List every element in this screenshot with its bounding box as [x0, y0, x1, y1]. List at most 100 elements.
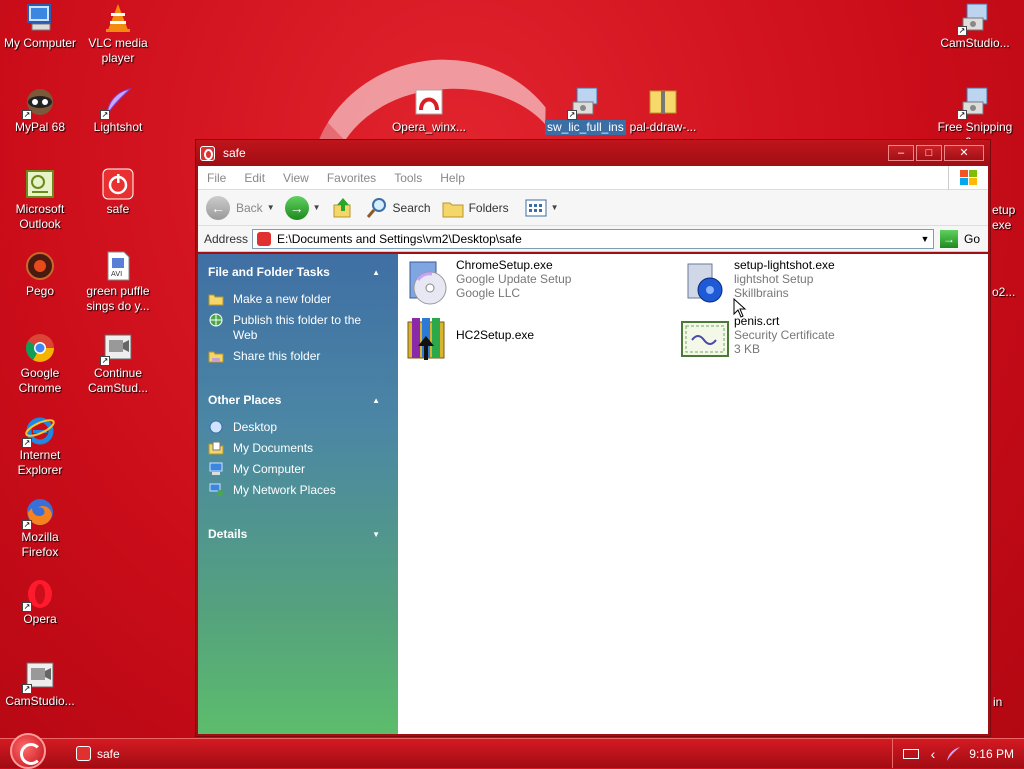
shortcut-arrow-icon: ↗	[100, 110, 110, 120]
desktop-icon-label: VLC media player	[88, 36, 148, 65]
desktop-icon-mypal[interactable]: ↗ MyPal 68	[0, 86, 80, 135]
cd-installer-icon	[409, 261, 447, 305]
maximize-button[interactable]: □	[916, 145, 942, 161]
address-path: E:\Documents and Settings\vm2\Desktop\sa…	[277, 231, 522, 246]
place-my-documents[interactable]: My Documents	[198, 439, 398, 460]
file-item[interactable]: HC2Setup.exe	[402, 314, 534, 364]
place-my-computer[interactable]: My Computer	[198, 460, 398, 481]
menu-view[interactable]: View	[283, 171, 309, 185]
views-button[interactable]: ▼	[525, 199, 559, 217]
windows-flag-icon	[960, 169, 977, 185]
keyboard-icon[interactable]	[902, 748, 919, 759]
up-folder-button[interactable]	[331, 196, 355, 220]
desktop-icon-opera[interactable]: ↗ Opera	[0, 578, 80, 627]
search-icon	[366, 197, 386, 218]
go-button[interactable]: → Go	[939, 229, 980, 248]
back-arrow-icon: ←	[206, 195, 230, 220]
explorer-window[interactable]: safe – □ ✕ File Edit View Favorites Tool…	[195, 139, 991, 737]
file-name: penis.crt	[734, 314, 780, 328]
minimize-button[interactable]: –	[888, 145, 914, 161]
shortcut-arrow-icon: ↗	[957, 26, 967, 36]
close-button[interactable]: ✕	[944, 145, 984, 161]
file-item[interactable]: setup-lightshot.exe lightshot Setup Skil…	[680, 258, 835, 308]
desktop-icon-vlc[interactable]: VLC media player	[78, 2, 158, 66]
task-publish-web[interactable]: Publish this folder to the Web	[198, 311, 398, 347]
desktop-icon-label: pal-ddraw-...	[629, 120, 697, 134]
desktop-icon-label: Opera_winx...	[391, 120, 467, 134]
file-description: Google Update Setup	[456, 272, 572, 286]
section-header[interactable]: Other Places ▲	[198, 382, 398, 418]
certificate-icon	[681, 321, 729, 357]
expand-arrow-icon[interactable]: ▼	[372, 530, 380, 539]
desktop-icon-label: CamStudio...	[940, 36, 1010, 50]
file-name: setup-lightshot.exe	[734, 258, 835, 272]
video-file-icon: AVI	[107, 251, 130, 281]
menu-bar: File Edit View Favorites Tools Help	[198, 165, 988, 190]
desktop-icon-avi[interactable]: AVI green puffle sings do y...	[78, 250, 158, 314]
desktop-icon-camstudio-right[interactable]: ↗ CamStudio...	[935, 2, 1015, 51]
task-make-new-folder[interactable]: Make a new folder	[198, 290, 398, 311]
file-item[interactable]: ChromeSetup.exe Google Update Setup Goog…	[402, 258, 571, 308]
clock[interactable]: 9:16 PM	[969, 747, 1014, 761]
desktop-icon-pal-ddraw[interactable]: pal-ddraw-...	[623, 86, 703, 135]
window-titlebar[interactable]: safe – □ ✕	[196, 140, 990, 166]
desktop-icon-label: green puffle sings do y...	[86, 284, 150, 313]
chevron-down-icon[interactable]: ▼	[917, 234, 933, 244]
menu-edit[interactable]: Edit	[244, 171, 265, 185]
task-share-folder[interactable]: Share this folder	[198, 347, 398, 368]
desktop-icon-my-computer[interactable]: My Computer	[0, 2, 80, 51]
setup-installer-icon	[687, 263, 723, 303]
start-button[interactable]	[10, 732, 46, 769]
desktop-icon-chrome[interactable]: Google Chrome	[0, 332, 80, 396]
desktop-icon-ie[interactable]: ↗ Internet Explorer	[0, 414, 80, 478]
desktop-icon-camstudio[interactable]: ↗ CamStudio...	[0, 660, 80, 709]
file-item[interactable]: penis.crt Security Certificate 3 KB	[680, 314, 835, 364]
menu-file[interactable]: File	[207, 171, 226, 185]
shortcut-arrow-icon: ↗	[22, 684, 32, 694]
chevron-left-icon[interactable]: ‹	[931, 746, 936, 762]
desktop-icon-outlook[interactable]: Microsoft Outlook	[0, 168, 80, 232]
desktop-icon-continue-camstudio[interactable]: ↗ Continue CamStud...	[78, 332, 158, 396]
file-company: Google LLC	[456, 286, 521, 300]
desktop-icon-sw-lic[interactable]: ↗ sw_lic_full_ins	[545, 86, 626, 135]
place-label: My Computer	[233, 462, 306, 476]
desktop-icon-safe[interactable]: safe	[78, 168, 158, 217]
forward-button[interactable]: → ▼	[284, 195, 321, 220]
desktop-icon-pego[interactable]: Pego	[0, 250, 80, 299]
chevron-down-icon[interactable]: ▼	[267, 203, 275, 212]
desktop-icon-firefox[interactable]: ↗ Mozilla Firefox	[0, 496, 80, 560]
file-company: Skillbrains	[734, 286, 789, 300]
chevron-down-icon[interactable]: ▼	[551, 203, 559, 212]
desktop-icon-opera-installer[interactable]: Opera_winx...	[389, 86, 469, 135]
place-desktop[interactable]: Desktop	[198, 418, 398, 439]
file-description: lightshot Setup	[734, 272, 814, 286]
up-folder-icon	[333, 197, 351, 217]
taskbar-task-safe[interactable]: safe	[76, 746, 120, 761]
menu-help[interactable]: Help	[440, 171, 465, 185]
desktop-icon-lightshot[interactable]: ↗ Lightshot	[78, 86, 158, 135]
section-header[interactable]: File and Folder Tasks ▲	[198, 254, 398, 290]
task-pane: File and Folder Tasks ▲ Make a new folde…	[198, 254, 398, 734]
winrar-archive-icon	[407, 318, 445, 360]
desktop-icon-label: Pego	[25, 284, 55, 298]
folders-button[interactable]: Folders	[441, 197, 509, 219]
place-label: My Network Places	[233, 483, 336, 497]
menu-favorites[interactable]: Favorites	[327, 171, 376, 185]
search-button[interactable]: Search	[365, 196, 431, 220]
desktop-icon-label: Internet Explorer	[17, 448, 63, 477]
collapse-arrow-icon[interactable]: ▲	[372, 268, 380, 277]
mouse-cursor-icon	[733, 298, 747, 318]
back-button[interactable]: ← Back ▼	[206, 195, 275, 220]
chevron-down-icon[interactable]: ▼	[313, 203, 321, 212]
task-label: Publish this folder to the Web	[233, 313, 362, 342]
address-input[interactable]: E:\Documents and Settings\vm2\Desktop\sa…	[252, 228, 934, 249]
desktop-icon-label: sw_lic_full_ins	[545, 120, 626, 135]
menu-tools[interactable]: Tools	[394, 171, 422, 185]
collapse-arrow-icon[interactable]: ▲	[372, 396, 380, 405]
place-my-network[interactable]: My Network Places	[198, 481, 398, 502]
lightshot-tray-icon[interactable]	[945, 746, 961, 762]
address-bar: Address E:\Documents and Settings\vm2\De…	[198, 226, 988, 252]
file-view[interactable]: ChromeSetup.exe Google Update Setup Goog…	[398, 254, 988, 734]
section-header[interactable]: Details ▼	[198, 516, 398, 552]
desktop-icon-label: Lightshot	[93, 120, 143, 134]
